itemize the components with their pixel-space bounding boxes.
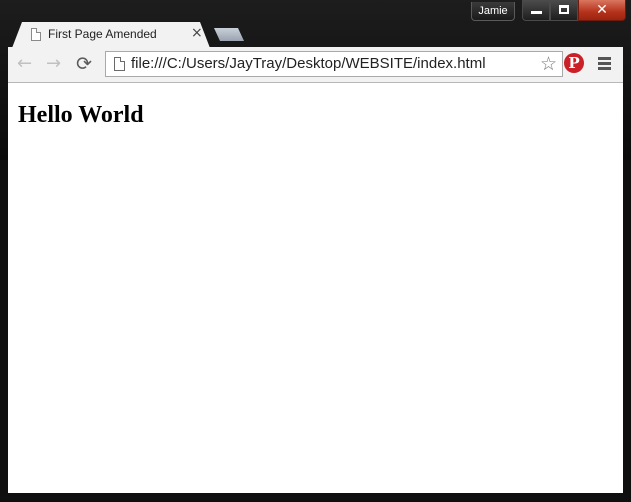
browser-window: Jamie ✕ First Page Amended × ← → ⟳ file:… (0, 0, 631, 502)
address-bar[interactable]: file:///C:/Users/JayTray/Desktop/WEBSITE… (105, 51, 563, 77)
back-button[interactable]: ← (17, 55, 32, 73)
page-content: Hello World (8, 83, 623, 493)
window-close-button[interactable]: ✕ (578, 0, 626, 21)
reload-button[interactable]: ⟳ (76, 55, 92, 74)
bookmark-star-icon[interactable]: ☆ (540, 53, 557, 75)
maximize-icon (559, 5, 569, 14)
profile-button[interactable]: Jamie (471, 2, 515, 21)
forward-button[interactable]: → (46, 55, 61, 73)
tab-first-page-amended[interactable]: First Page Amended × (12, 22, 210, 48)
pinterest-extension-icon[interactable]: P (564, 53, 584, 73)
maximize-button[interactable] (550, 0, 578, 21)
menu-button[interactable] (598, 57, 611, 72)
menu-bar-icon (598, 57, 611, 60)
page-icon (31, 28, 41, 41)
toolbar: ← → ⟳ file:///C:/Users/JayTray/Desktop/W… (8, 47, 623, 83)
new-tab-button[interactable] (214, 28, 244, 41)
tab-close-button[interactable]: × (191, 25, 203, 41)
url-text[interactable]: file:///C:/Users/JayTray/Desktop/WEBSITE… (131, 55, 486, 72)
minimize-button[interactable] (522, 0, 550, 21)
minimize-icon (531, 11, 542, 14)
close-icon: ✕ (596, 2, 608, 18)
tab-title: First Page Amended (48, 27, 157, 41)
menu-bar-icon (598, 62, 611, 65)
page-icon (114, 57, 125, 71)
menu-bar-icon (598, 67, 611, 70)
page-heading: Hello World (18, 102, 144, 128)
